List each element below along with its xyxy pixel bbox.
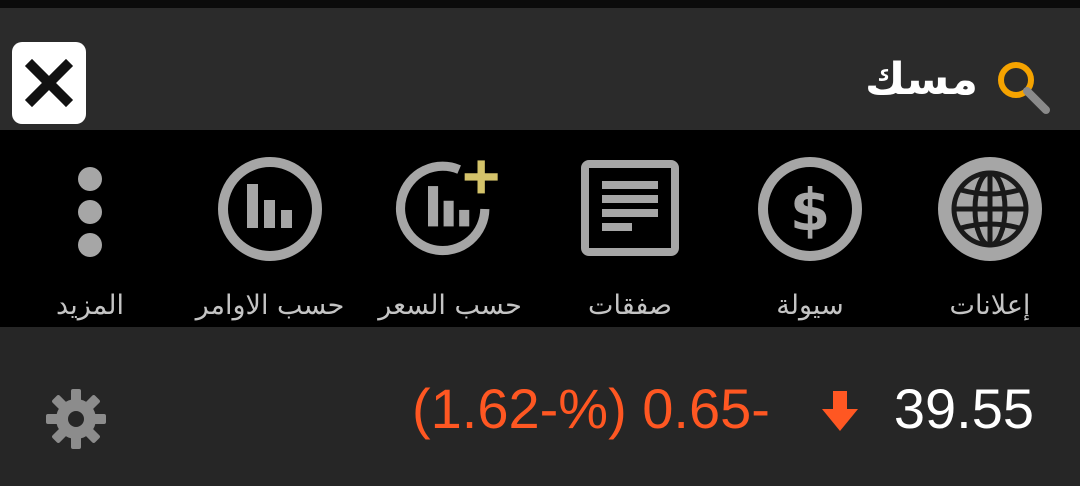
action-toolbar: المزيد حسب الاوامر حسب السعر صفقات $ سيو… bbox=[0, 130, 1080, 327]
announcements-button[interactable]: إعلانات bbox=[920, 130, 1060, 327]
by-price-button[interactable]: حسب السعر bbox=[365, 130, 535, 327]
by-price-label: حسب السعر bbox=[378, 290, 522, 321]
dollar-circle-icon: $ bbox=[758, 157, 862, 261]
document-lines-icon bbox=[581, 160, 679, 256]
bar-chart-plus-icon bbox=[395, 160, 498, 256]
status-strip bbox=[0, 0, 1080, 8]
close-icon bbox=[24, 58, 74, 108]
announcements-label: إعلانات bbox=[949, 290, 1031, 321]
more-button[interactable]: المزيد bbox=[30, 130, 150, 327]
by-orders-button[interactable]: حسب الاوامر bbox=[175, 130, 365, 327]
more-label: المزيد bbox=[56, 290, 124, 321]
trades-label: صفقات bbox=[588, 290, 672, 321]
more-vertical-icon bbox=[78, 167, 102, 257]
search-icon[interactable] bbox=[994, 58, 1052, 116]
price-change: (1.62-%) 0.65- bbox=[412, 377, 770, 440]
bar-chart-circle-icon bbox=[218, 157, 322, 261]
by-orders-label: حسب الاوامر bbox=[195, 290, 345, 321]
liquidity-label: سيولة bbox=[776, 290, 844, 321]
search-bar: مسك bbox=[0, 8, 1080, 130]
quote-bar: (1.62-%) 0.65- 39.55 bbox=[0, 327, 1080, 486]
search-query[interactable]: مسك bbox=[865, 50, 978, 110]
svg-text:$: $ bbox=[790, 176, 830, 244]
globe-icon bbox=[938, 157, 1042, 261]
last-price: 39.55 bbox=[893, 377, 1034, 440]
trades-button[interactable]: صفقات bbox=[560, 130, 700, 327]
arrow-down-icon bbox=[822, 391, 858, 431]
liquidity-button[interactable]: $ سيولة bbox=[740, 130, 880, 327]
close-button[interactable] bbox=[12, 42, 86, 124]
gear-icon[interactable] bbox=[44, 387, 108, 451]
